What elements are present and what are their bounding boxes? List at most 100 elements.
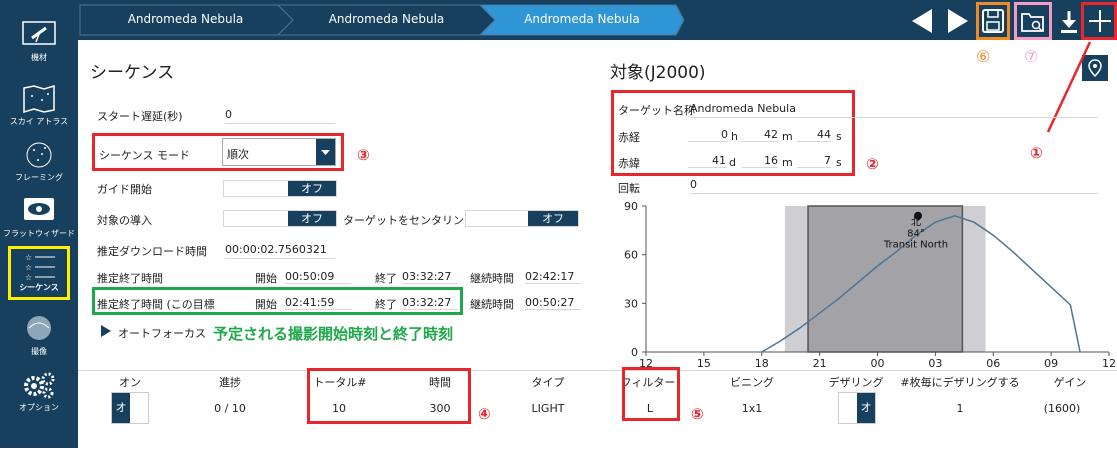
ra-seconds-input[interactable]: 44 <box>797 128 831 142</box>
est-target-end-value: 03:32:27 <box>402 296 458 310</box>
row-on-toggle[interactable]: オン <box>111 392 149 444</box>
top-bar: Andromeda Nebula Andromeda Nebula Androm… <box>78 0 1117 40</box>
row-dither-every-input[interactable]: 1 <box>930 402 990 415</box>
breadcrumb-item[interactable]: Andromeda Nebula <box>278 4 495 34</box>
est-end-target-label: 推定終了時間 (この目標 <box>97 298 215 311</box>
y-tick-label: 30 <box>624 297 638 310</box>
center-target-toggle[interactable]: オフ <box>465 210 579 227</box>
est-start-label: 開始 <box>255 272 277 285</box>
breadcrumb-item-active[interactable]: Andromeda Nebula <box>480 4 684 34</box>
sequence-title: シーケンス <box>90 63 175 83</box>
breadcrumb-item[interactable]: Andromeda Nebula <box>78 4 293 34</box>
col-header-dither-every: #枚毎にデザリングする <box>900 376 1020 389</box>
y-tick-label: 60 <box>624 249 638 262</box>
start-delay-label: スタート遅延(秒) <box>97 110 183 123</box>
row-binning-select[interactable]: 1x1 <box>722 402 782 415</box>
sidebar-item-options[interactable]: オプション <box>0 364 78 422</box>
sidebar-item-sky-atlas[interactable]: スカイ アトラス <box>0 78 78 136</box>
ra-hours-input[interactable]: 0 <box>688 128 728 142</box>
add-target-button[interactable] <box>1081 2 1117 40</box>
est-target-start-value: 02:41:59 <box>285 296 351 310</box>
est-duration-value: 02:42:17 <box>525 270 581 284</box>
sequence-mode-value: 順次 <box>227 148 249 161</box>
x-tick-label: 21 <box>813 357 827 368</box>
night-band <box>807 205 964 353</box>
dec-degrees-input[interactable]: 41 <box>688 154 726 168</box>
est-end-value: 03:32:27 <box>402 270 458 284</box>
col-header-binning: ビニング <box>730 376 774 389</box>
sidebar-item-sequence[interactable]: ☆ ☆ ☆ シーケンス <box>8 246 70 300</box>
sidebar-item-label: オプション <box>19 403 59 412</box>
annotation-7: ⑦ <box>1024 47 1039 66</box>
open-button[interactable] <box>1014 2 1052 40</box>
ra-hours-unit: h <box>731 130 738 143</box>
row-type-select[interactable]: LIGHT <box>518 402 578 415</box>
svg-text:☆: ☆ <box>25 253 32 262</box>
sky-atlas-icon <box>23 84 55 114</box>
est-end-label: 推定終了時間 <box>97 272 163 285</box>
dec-degrees-unit: d <box>729 156 736 169</box>
telescope-icon <box>22 21 56 45</box>
sidebar-item-label: 撮像 <box>31 347 47 356</box>
ra-minutes-unit: m <box>782 130 793 143</box>
dec-label: 赤緯 <box>618 157 640 170</box>
folder-search-icon <box>1021 13 1044 32</box>
sidebar-item-imaging[interactable]: 撮像 <box>0 308 78 366</box>
start-delay-input[interactable]: 0 <box>225 108 335 124</box>
row-time-input[interactable]: 300 <box>410 402 470 415</box>
row-filter-select[interactable]: L <box>622 402 678 415</box>
dec-seconds-input[interactable]: 7 <box>797 154 831 168</box>
sidebar-item-flat-wizard[interactable]: フラットウィザード <box>0 190 78 248</box>
annotation-1: ① <box>1030 144 1043 162</box>
dec-minutes-input[interactable]: 16 <box>742 154 778 168</box>
expand-arrow-icon[interactable] <box>100 324 112 338</box>
col-header-dither: デザリング <box>828 376 884 389</box>
center-target-label: ターゲットをセンタリング <box>343 214 475 227</box>
svg-text:☆: ☆ <box>25 263 32 272</box>
previous-target-button[interactable] <box>908 3 938 39</box>
plus-icon <box>1089 10 1111 32</box>
est-start-value: 00:50:09 <box>285 270 351 284</box>
sequence-mode-label: シーケンス モード <box>99 149 190 162</box>
col-header-type: タイプ <box>531 376 565 389</box>
x-tick-label: 06 <box>986 357 1000 368</box>
est-target-duration-value: 00:50:27 <box>525 296 581 310</box>
ra-minutes-input[interactable]: 42 <box>742 128 778 142</box>
slew-toggle[interactable]: オフ <box>223 210 337 227</box>
flat-wizard-icon <box>24 198 54 220</box>
col-header-progress: 進捗 <box>219 376 241 389</box>
rotation-input[interactable]: 0 <box>690 178 1098 194</box>
sequence-mode-dropdown[interactable]: 順次 <box>222 138 336 166</box>
ra-seconds-unit: s <box>836 130 842 143</box>
target-name-label: ターゲット名称 <box>618 104 695 117</box>
slew-label: 対象の導入 <box>97 214 152 227</box>
x-tick-label: 18 <box>755 357 769 368</box>
imaging-icon <box>27 316 51 340</box>
autofocus-label[interactable]: オートフォーカス <box>118 325 206 341</box>
transit-label: Transit North <box>883 240 948 251</box>
next-target-button[interactable] <box>942 3 972 39</box>
green-annotation-text: 予定される撮影開始時刻と終了時刻 <box>213 325 454 343</box>
target-name-input[interactable]: Andromeda Nebula <box>690 102 1098 118</box>
target-title: 対象(J2000) <box>610 63 706 83</box>
annotation-5: ⑤ <box>691 405 704 423</box>
est-target-duration-label: 継続時間 <box>470 298 514 311</box>
sidebar-item-equipment[interactable]: 機材 <box>0 14 78 72</box>
row-gain-input[interactable]: (1600) <box>1032 402 1092 415</box>
download-button[interactable] <box>1054 3 1084 39</box>
y-tick-label: 90 <box>624 200 638 213</box>
sidebar-item-label: 機材 <box>31 53 47 62</box>
slew-toggle-state: オフ <box>288 211 336 226</box>
sidebar-item-framing[interactable]: フレーミング <box>0 134 78 192</box>
guide-toggle[interactable]: オフ <box>223 180 337 197</box>
table-divider <box>78 370 1117 371</box>
row-on-toggle-state: オン <box>112 393 130 444</box>
sidebar-item-label: シーケンス <box>19 283 59 292</box>
row-dither-toggle[interactable]: オフ <box>838 392 876 444</box>
rotation-label: 回転 <box>618 182 640 195</box>
save-button[interactable] <box>976 2 1010 40</box>
altitude-chart: 906030012 15 18 21 00 03 06 09 12北84°Transit Nor… <box>624 200 1116 368</box>
col-header-gain: ゲイン <box>1053 376 1087 389</box>
row-total-input[interactable]: 10 <box>310 402 368 415</box>
svg-text:☆: ☆ <box>25 273 32 281</box>
